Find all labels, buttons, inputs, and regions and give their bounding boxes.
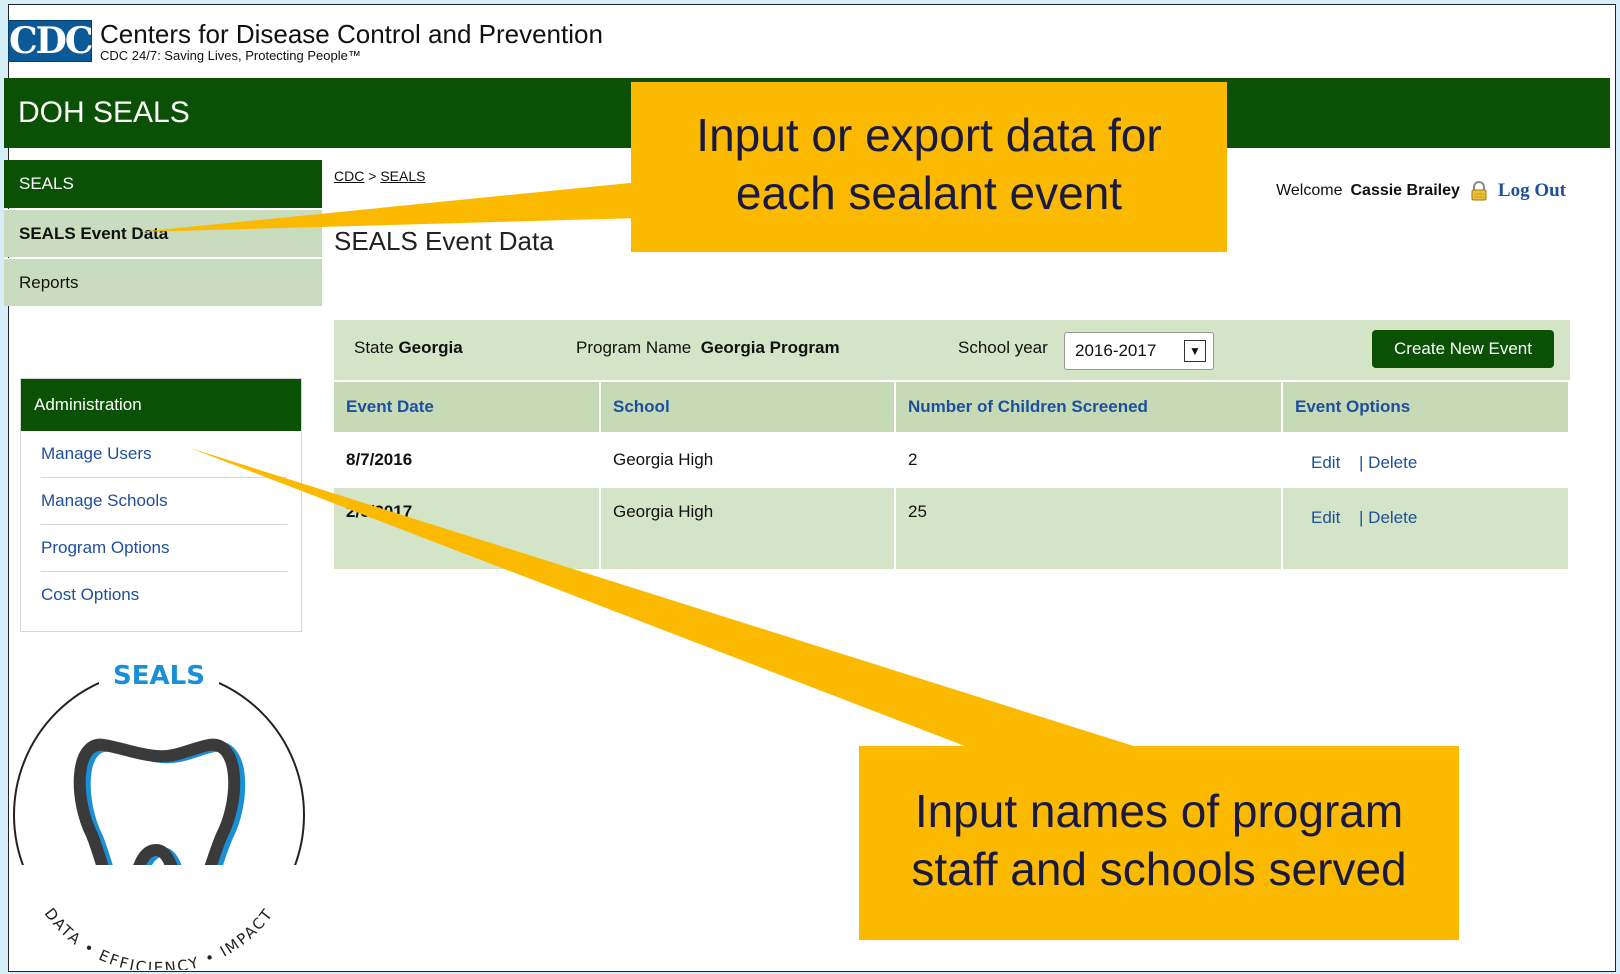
event-date-cell: 2/6/2017: [334, 488, 601, 569]
seals-logo: SEALS DATA • EFFICIENCY • IMPACT: [13, 656, 305, 970]
event-options-cell: Edit | Delete: [1282, 488, 1570, 569]
callout-bottom-line2: staff and schools served: [911, 843, 1407, 895]
user-welcome: Welcome Cassie Brailey Log Out: [1276, 180, 1566, 202]
breadcrumb: CDC > SEALS: [334, 168, 425, 184]
column-header-event-date[interactable]: Event Date: [334, 382, 601, 432]
sidebar-section-seals[interactable]: SEALS: [4, 160, 322, 208]
admin-panel: Administration Manage Users Manage Schoo…: [20, 378, 302, 632]
app-title: DOH SEALS: [18, 96, 190, 129]
chevron-down-icon[interactable]: ▼: [1184, 340, 1206, 362]
page-title: SEALS Event Data: [334, 226, 554, 256]
logout-link[interactable]: Log Out: [1498, 180, 1566, 202]
events-table: Event Date School Number of Children Scr…: [334, 382, 1570, 569]
callout-admin: Input names of program staff and schools…: [859, 746, 1459, 940]
lock-icon: [1471, 181, 1487, 201]
cost-options-link[interactable]: Cost Options: [41, 572, 287, 618]
create-new-event-button[interactable]: Create New Event: [1372, 330, 1554, 368]
callout-top-line2: each sealant event: [735, 167, 1123, 219]
program-name-value: Georgia Program: [700, 338, 840, 357]
screened-cell: 2: [895, 432, 1283, 488]
cdc-header: CDC Centers for Disease Control and Prev…: [8, 20, 603, 70]
table-row: 2/6/2017 Georgia High 25 Edit | Delete: [334, 488, 1570, 569]
screened-cell: 25: [895, 488, 1283, 569]
program-options-link[interactable]: Program Options: [41, 525, 287, 572]
org-tagline: CDC 24/7: Saving Lives, Protecting Peopl…: [100, 48, 361, 63]
manage-users-link[interactable]: Manage Users: [41, 431, 287, 478]
delete-link[interactable]: | Delete: [1359, 508, 1417, 527]
column-header-event-options: Event Options: [1282, 382, 1570, 432]
event-date-cell: 8/7/2016: [334, 432, 601, 488]
breadcrumb-separator: >: [368, 168, 377, 184]
delete-link[interactable]: | Delete: [1359, 453, 1417, 472]
welcome-text: Welcome: [1276, 182, 1343, 199]
breadcrumb-seals-link[interactable]: SEALS: [380, 168, 425, 184]
filter-bar: State Georgia Program Name Georgia Progr…: [334, 320, 1570, 380]
event-options-cell: Edit | Delete: [1282, 432, 1570, 488]
manage-schools-link[interactable]: Manage Schools: [41, 478, 287, 525]
program-name-label: Program Name: [576, 338, 692, 357]
state-label: State: [354, 338, 394, 357]
edit-link[interactable]: Edit: [1311, 508, 1340, 528]
logo-top-text: SEALS: [113, 661, 205, 691]
column-header-school[interactable]: School: [600, 382, 896, 432]
school-year-label: School year: [958, 338, 1048, 357]
school-year-value: 2016-2017: [1075, 341, 1157, 360]
org-name: Centers for Disease Control and Preventi…: [100, 19, 603, 49]
admin-header: Administration: [21, 379, 301, 431]
edit-link[interactable]: Edit: [1311, 453, 1340, 473]
callout-event-data: Input or export data for each sealant ev…: [631, 82, 1227, 252]
table-row: 8/7/2016 Georgia High 2 Edit | Delete: [334, 432, 1570, 488]
column-header-children-screened[interactable]: Number of Children Screened: [895, 382, 1283, 432]
school-cell: Georgia High: [600, 432, 896, 488]
sidebar-item-seals-event-data[interactable]: SEALS Event Data: [4, 209, 322, 257]
callout-top-line1: Input or export data for: [696, 109, 1162, 161]
cdc-logo[interactable]: CDC: [8, 20, 94, 62]
state-value: Georgia: [398, 338, 463, 357]
user-name: Cassie Brailey: [1350, 182, 1460, 199]
sidebar-item-reports[interactable]: Reports: [4, 258, 322, 306]
table-header-row: Event Date School Number of Children Scr…: [334, 382, 1570, 432]
callout-bottom-line1: Input names of program: [914, 785, 1404, 837]
school-year-select[interactable]: 2016-2017 ▼: [1064, 332, 1214, 370]
breadcrumb-cdc-link[interactable]: CDC: [334, 168, 364, 184]
school-cell: Georgia High: [600, 488, 896, 569]
